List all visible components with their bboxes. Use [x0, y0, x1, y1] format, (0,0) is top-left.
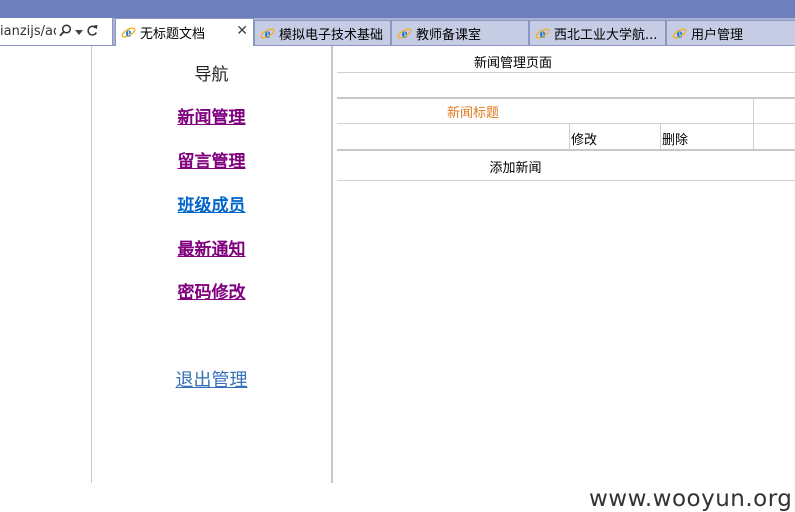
browser-title-strip [0, 0, 795, 18]
close-icon[interactable]: ✕ [236, 23, 248, 39]
nav-link-change-password[interactable]: 密码修改 [92, 278, 331, 303]
ie-icon: e [260, 25, 275, 41]
divider [337, 180, 795, 181]
edit-link[interactable]: 修改 [571, 129, 597, 148]
svg-text:e: e [126, 25, 132, 40]
nav-link-message-management[interactable]: 留言管理 [92, 147, 331, 172]
nav-link-news-management[interactable]: 新闻管理 [92, 103, 331, 128]
nav-link-class-members[interactable]: 班级成员 [92, 191, 331, 216]
delete-link[interactable]: 删除 [662, 129, 688, 148]
add-news-link[interactable]: 添加新闻 [337, 157, 694, 176]
column-header-news-title: 新闻标题 [446, 106, 499, 121]
table-divider [753, 98, 754, 150]
nav-title: 导航 [194, 65, 229, 85]
table-divider [569, 124, 570, 150]
tab-nwpu[interactable]: e 西北工业大学航... [529, 20, 666, 45]
watermark: www.wooyun.org [589, 486, 793, 512]
nav-link-latest-notices[interactable]: 最新通知 [92, 235, 331, 260]
address-text[interactable]: ianzijs/adm [0, 24, 56, 39]
tab-teacher-prep-room[interactable]: e 教师备课室 [391, 20, 529, 45]
tab-title: 西北工业大学航... [554, 27, 658, 43]
tab-title: 模拟电子技术基础 [279, 27, 384, 43]
logout-link[interactable]: 退出管理 [92, 366, 331, 392]
tab-title: 用户管理 [691, 27, 744, 43]
table-top-border [337, 97, 795, 99]
tab-title: 教师备课室 [416, 27, 482, 43]
svg-text:e: e [677, 26, 683, 41]
tab-analog-electronics[interactable]: e 模拟电子技术基础 [254, 20, 391, 45]
tab-bar: ianzijs/adm e 无标题文档 ✕ e 模拟电子技术基础 e 教师备课室… [0, 18, 795, 46]
chevron-down-icon[interactable] [75, 25, 83, 39]
address-bar[interactable]: ianzijs/adm [0, 18, 113, 45]
page-title: 新闻管理页面 [473, 56, 552, 71]
ie-icon: e [672, 25, 687, 41]
main-panel: 新闻管理页面 新闻标题 修改 删除 添加新闻 [337, 46, 795, 483]
svg-text:e: e [265, 26, 271, 41]
table-divider [660, 124, 661, 150]
page-content: 导航 新闻管理 留言管理 班级成员 最新通知 密码修改 退出管理 新闻管理页面 … [0, 46, 795, 512]
table-row-divider [337, 123, 795, 124]
ie-icon: e [121, 25, 136, 40]
refresh-icon[interactable] [86, 24, 98, 40]
search-icon[interactable] [59, 23, 72, 40]
divider [337, 72, 795, 73]
svg-text:e: e [402, 26, 408, 41]
ie-icon: e [397, 25, 412, 41]
ie-icon: e [535, 25, 550, 41]
svg-text:e: e [540, 26, 546, 41]
tab-user-management[interactable]: e 用户管理 [666, 20, 795, 45]
nav-sidebar: 导航 新闻管理 留言管理 班级成员 最新通知 密码修改 退出管理 [91, 46, 333, 483]
tab-untitled-document[interactable]: e 无标题文档 ✕ [115, 18, 254, 46]
table-bottom-border [337, 149, 795, 151]
tab-title: 无标题文档 [140, 27, 206, 42]
